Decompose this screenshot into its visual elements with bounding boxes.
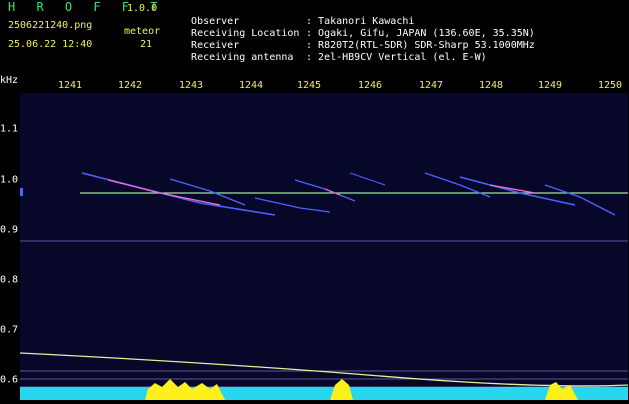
x-tick: 1244: [238, 80, 264, 91]
meteor-count: 21: [140, 39, 153, 50]
x-tick: 1245: [296, 80, 322, 91]
y-tick: 0.6: [0, 374, 19, 386]
drift-trace: [19, 352, 629, 387]
spectrogram-panel: [19, 93, 629, 400]
meteor-trace: [459, 176, 576, 206]
version-label: 1.0.0: [127, 3, 158, 14]
meteor-trace: [489, 184, 536, 194]
edge-marker: [20, 188, 23, 196]
x-tick: 1243: [178, 80, 204, 91]
meteor-trace: [254, 197, 331, 213]
y-tick: 0.7: [0, 324, 19, 336]
y-tick: 0.9: [0, 224, 19, 236]
x-tick: 1250: [597, 80, 623, 91]
spectrogram: [19, 172, 629, 400]
level-peaks: [145, 379, 225, 400]
meteor-trace: [324, 188, 341, 196]
file-name: 2506221240.png: [8, 20, 93, 31]
meteor-trace: [81, 172, 276, 216]
x-tick: 1246: [357, 80, 383, 91]
x-tick: 1247: [418, 80, 444, 91]
meteor-trace: [294, 179, 356, 202]
y-tick: 0.8: [0, 274, 19, 286]
info-key: Receiving antenna: [191, 52, 294, 63]
y-tick: 1.1: [0, 123, 19, 135]
info-value: 2el-HB9CV Vertical (el. E-W): [318, 52, 487, 63]
y-axis-unit: kHz: [0, 75, 19, 86]
info-antenna: Receiving antenna:2el-HB9CV Vertical (el…: [191, 52, 487, 63]
level-peaks: [545, 382, 578, 400]
x-tick: 1249: [537, 80, 563, 91]
level-bar: [20, 387, 628, 400]
meteor-trace: [169, 178, 246, 206]
x-tick: 1242: [117, 80, 143, 91]
x-tick: 1248: [478, 80, 504, 91]
x-tick: 1241: [57, 80, 83, 91]
y-tick: 1.0: [0, 174, 19, 186]
meteor-label: meteor: [124, 26, 161, 37]
meteor-trace: [349, 172, 386, 186]
datetime: 25.06.22 12:40: [8, 39, 93, 50]
